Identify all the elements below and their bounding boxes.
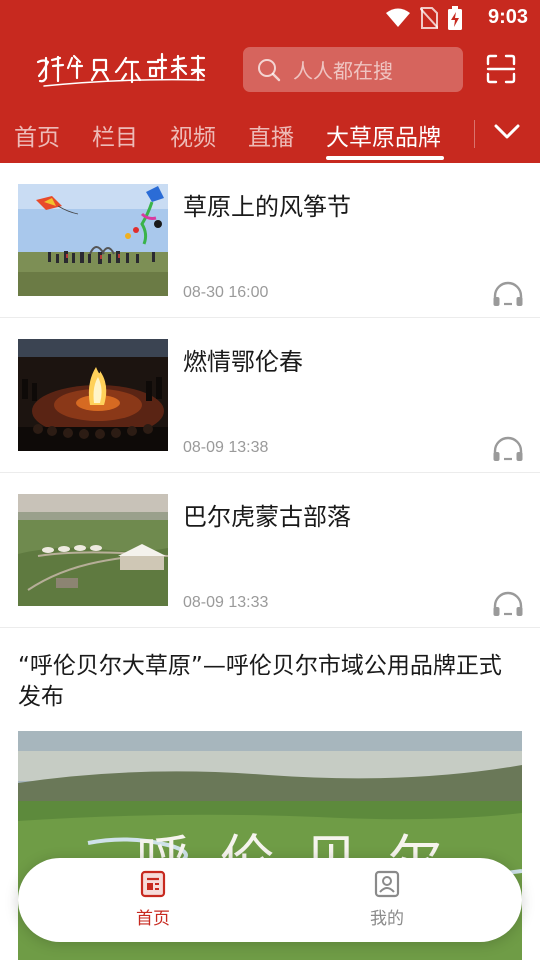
tab-live[interactable]: 直播 xyxy=(248,118,294,152)
feature-article-title[interactable]: “呼伦贝尔大草原”—呼伦贝尔市域公用品牌正式发布 xyxy=(18,651,518,713)
channel-tabs: 首页 栏目 视频 直播 大草原品牌 xyxy=(0,106,540,163)
list-item[interactable]: 燃情鄂伦春 08-09 13:38 xyxy=(0,318,540,473)
mongolian-tribe-thumbnail xyxy=(18,494,168,606)
search-bar[interactable]: 人人都在搜 xyxy=(243,47,463,92)
headphones-icon[interactable] xyxy=(492,590,524,618)
nav-home-label: 首页 xyxy=(136,909,170,929)
nav-home[interactable]: 首页 xyxy=(118,870,188,929)
tab-home[interactable]: 首页 xyxy=(14,118,60,152)
tab-video[interactable]: 视频 xyxy=(170,118,216,152)
list-item[interactable]: 巴尔虎蒙古部落 08-09 13:33 xyxy=(0,473,540,628)
chevron-down-icon[interactable] xyxy=(493,120,521,144)
no-sim-icon xyxy=(420,7,438,29)
active-tab-indicator xyxy=(326,156,444,160)
scan-icon[interactable] xyxy=(486,54,516,84)
profile-icon xyxy=(374,870,400,898)
article-title: 燃情鄂伦春 xyxy=(183,348,303,376)
article-title: 草原上的风筝节 xyxy=(183,193,351,221)
nav-mine-label: 我的 xyxy=(370,909,404,929)
tab-columns[interactable]: 栏目 xyxy=(92,118,138,152)
newspaper-icon xyxy=(140,870,166,898)
wifi-icon xyxy=(386,8,410,27)
headphones-icon[interactable] xyxy=(492,435,524,463)
status-time: 9:03 xyxy=(487,6,528,28)
bonfire-thumbnail xyxy=(18,339,168,451)
bottom-navigation: 首页 我的 xyxy=(18,858,522,942)
article-time: 08-09 13:33 xyxy=(183,594,269,611)
battery-charging-icon xyxy=(448,6,462,30)
kite-festival-thumbnail xyxy=(18,184,168,296)
status-icons xyxy=(386,6,462,30)
search-icon xyxy=(258,58,281,81)
article-time: 08-09 13:38 xyxy=(183,439,269,456)
article-title: 巴尔虎蒙古部落 xyxy=(183,503,351,531)
tab-divider xyxy=(474,120,475,148)
list-item[interactable]: 草原上的风筝节 08-30 16:00 xyxy=(0,163,540,318)
search-placeholder: 人人都在搜 xyxy=(293,59,393,83)
tab-grassland-brand[interactable]: 大草原品牌 xyxy=(326,118,441,152)
status-bar: 9:03 xyxy=(0,0,540,36)
app-header: 9:03 人人都在搜 首页 栏目 视频 直播 大草原品牌 xyxy=(0,0,540,163)
nav-mine[interactable]: 我的 xyxy=(352,870,422,929)
app-logo[interactable] xyxy=(34,48,209,90)
article-time: 08-30 16:00 xyxy=(183,284,269,301)
headphones-icon[interactable] xyxy=(492,280,524,308)
